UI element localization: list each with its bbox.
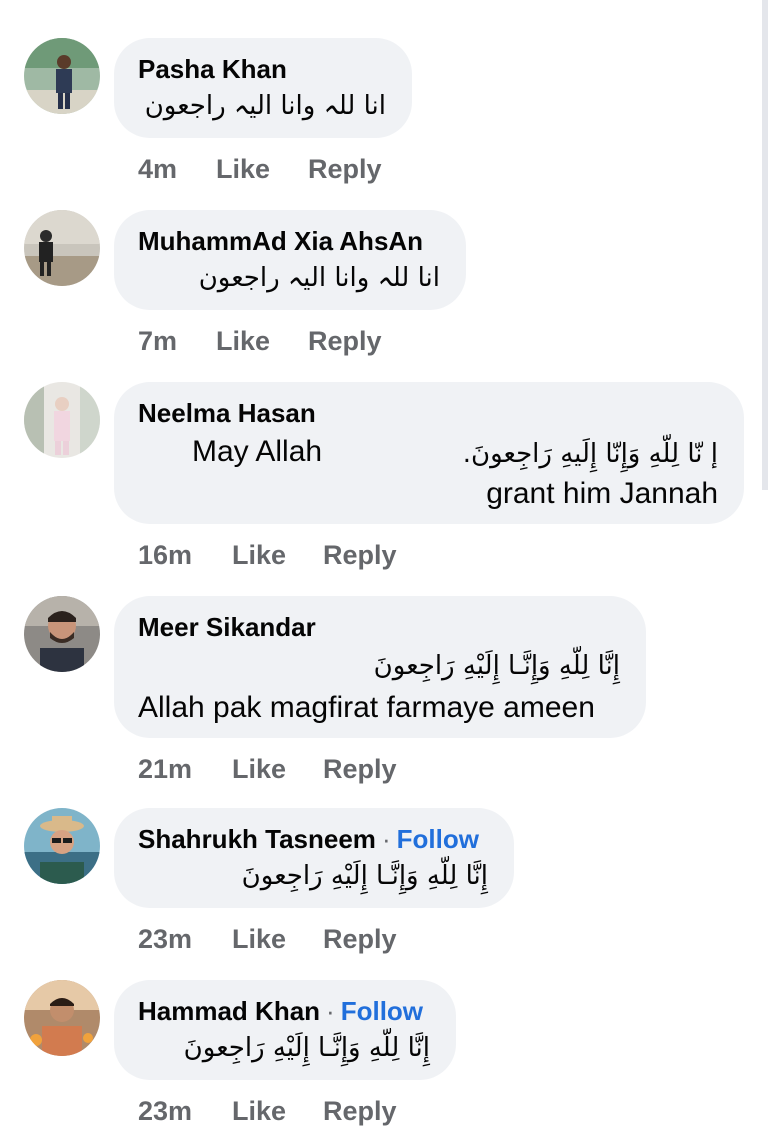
avatar[interactable] bbox=[24, 596, 100, 672]
comment-text-arabic: إ نّا لِلّهِ وَإِنّا إِلَيهِ رَاجِعونَ. bbox=[462, 439, 718, 469]
like-button[interactable]: Like bbox=[216, 326, 308, 357]
comment-time[interactable]: 21m bbox=[138, 754, 232, 785]
separator-dot: · bbox=[381, 824, 391, 854]
like-button[interactable]: Like bbox=[232, 924, 323, 955]
comment-text: انا للہ وانا الیہ راجعون bbox=[198, 263, 440, 293]
comment-time[interactable]: 4m bbox=[138, 154, 216, 185]
comment-text-arabic: إِنَّا لِلّهِ وَإِنَّـا إِلَيْهِ رَاجِعو… bbox=[373, 651, 620, 681]
commenter-name[interactable]: MuhammAd Xia AhsAn bbox=[138, 224, 440, 258]
commenter-name[interactable]: Meer Sikandar bbox=[138, 610, 620, 644]
comment-bubble: MuhammAd Xia AhsAn انا للہ وانا الیہ راج… bbox=[114, 210, 466, 310]
avatar[interactable] bbox=[24, 38, 100, 114]
like-button[interactable]: Like bbox=[216, 154, 308, 185]
comment-time[interactable]: 23m bbox=[138, 1096, 232, 1127]
comment-text: إِنَّا لِلّهِ وَإِنَّـا إِلَيْهِ رَاجِعو… bbox=[241, 861, 488, 891]
avatar[interactable] bbox=[24, 808, 100, 884]
comment-actions: 23m Like Reply bbox=[138, 1096, 397, 1127]
commenter-name[interactable]: Hammad Khan bbox=[138, 996, 320, 1026]
commenter-name[interactable]: Shahrukh Tasneem bbox=[138, 824, 376, 854]
avatar[interactable] bbox=[24, 980, 100, 1056]
comment-bubble: Shahrukh Tasneem · Follow إِنَّا لِلّهِ وَ… bbox=[114, 808, 514, 908]
comment-bubble: Meer Sikandar إِنَّا لِلّهِ وَإِنَّـا إِ… bbox=[114, 596, 646, 738]
comment-text-line: Allah pak magfirat farmaye ameen bbox=[138, 691, 595, 724]
commenter-name-row: Shahrukh Tasneem · Follow bbox=[138, 822, 488, 856]
comment-actions: 7m Like Reply bbox=[138, 326, 382, 357]
avatar[interactable] bbox=[24, 382, 100, 458]
avatar[interactable] bbox=[24, 210, 100, 286]
comment-bubble: Neelma Hasan May Allah إ نّا لِلّهِ وَإِ… bbox=[114, 382, 744, 524]
comment-time[interactable]: 23m bbox=[138, 924, 232, 955]
follow-button[interactable]: Follow bbox=[397, 824, 479, 854]
like-button[interactable]: Like bbox=[232, 754, 323, 785]
separator-dot: · bbox=[326, 996, 335, 1026]
scrollbar[interactable] bbox=[762, 0, 768, 490]
comment-bubble: Pasha Khan انا للہ وانا الیہ راجعون bbox=[114, 38, 412, 138]
commenter-name[interactable]: Pasha Khan bbox=[138, 52, 386, 86]
like-button[interactable]: Like bbox=[232, 1096, 323, 1127]
reply-button[interactable]: Reply bbox=[308, 326, 382, 357]
comment-time[interactable]: 7m bbox=[138, 326, 216, 357]
reply-button[interactable]: Reply bbox=[323, 1096, 397, 1127]
comment-actions: 4m Like Reply bbox=[138, 154, 382, 185]
comment-text: May Allah bbox=[192, 435, 323, 468]
comment-text: انا للہ وانا الیہ راجعون bbox=[144, 91, 386, 121]
comment-actions: 21m Like Reply bbox=[138, 754, 397, 785]
reply-button[interactable]: Reply bbox=[308, 154, 382, 185]
comment-bubble: Hammad Khan · Follow إِنَّا لِلّهِ وَإِنَّ… bbox=[114, 980, 456, 1080]
commenter-name-row: Hammad Khan · Follow bbox=[138, 994, 430, 1028]
reply-button[interactable]: Reply bbox=[323, 540, 397, 571]
comment-text: إِنَّا لِلّهِ وَإِنَّـا إِلَيْهِ رَاجِعو… bbox=[183, 1033, 430, 1063]
comment-actions: 16m Like Reply bbox=[138, 540, 397, 571]
reply-button[interactable]: Reply bbox=[323, 754, 397, 785]
reply-button[interactable]: Reply bbox=[323, 924, 397, 955]
comment-actions: 23m Like Reply bbox=[138, 924, 397, 955]
comment-text-line: grant him Jannah bbox=[486, 477, 718, 510]
follow-button[interactable]: Follow bbox=[341, 996, 423, 1026]
comment-time[interactable]: 16m bbox=[138, 540, 232, 571]
like-button[interactable]: Like bbox=[232, 540, 323, 571]
commenter-name[interactable]: Neelma Hasan bbox=[138, 396, 718, 430]
